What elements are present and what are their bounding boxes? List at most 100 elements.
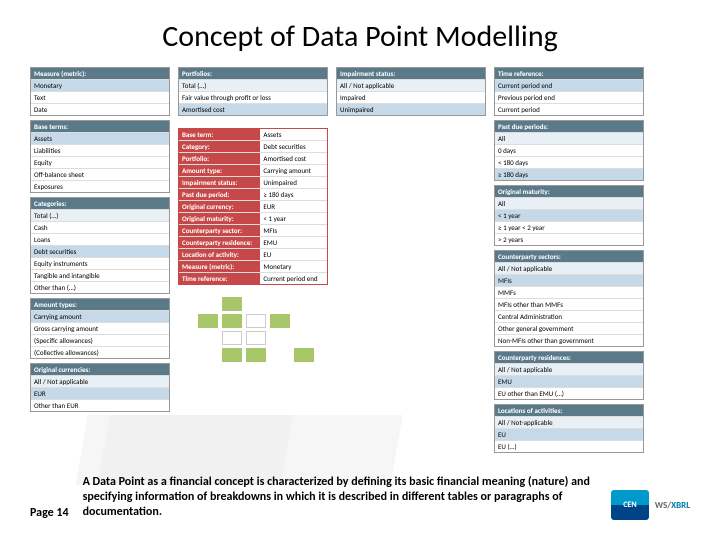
- panel-header: Counterparty residences:: [495, 352, 643, 363]
- panel-row: All / Not applicable: [337, 79, 485, 91]
- datapoint-row: Category:Debt securities: [179, 140, 327, 152]
- diagram-area: Measure (metric): Monetary Text Date Bas…: [30, 67, 690, 453]
- panel-header: Amount types:: [31, 299, 169, 310]
- datapoint-value: EMU: [260, 237, 327, 248]
- datapoint-value: MFIs: [260, 225, 327, 236]
- datapoint-value: Unimpaired: [260, 177, 327, 188]
- panel-measure: Measure (metric): Monetary Text Date: [30, 67, 170, 116]
- panel-row: Fair value through profit or loss: [179, 91, 327, 103]
- panel-header: Counterparty sectors:: [495, 251, 643, 262]
- panel-row: All / Not applicable: [31, 375, 169, 387]
- panel-row: Gross carrying amount: [31, 322, 169, 334]
- datapoint-row: Past due period:≥ 180 days: [179, 188, 327, 200]
- panel-row: Exposures: [31, 180, 169, 192]
- panel-row: All / Not applicable: [495, 262, 643, 274]
- panel-row: All / Not-applicable: [495, 416, 643, 428]
- panel-row: Amortised cost: [179, 103, 327, 115]
- panel-row: Non-MFIs other than government: [495, 334, 643, 346]
- datapoint-label: Measure (metric):: [179, 261, 260, 272]
- panel-header: Categories:: [31, 198, 169, 209]
- panel-row: Unimpaired: [337, 103, 485, 115]
- panel-categories: Categories: Total (…) Cash Loans Debt se…: [30, 197, 170, 294]
- panel-header: Measure (metric):: [31, 68, 169, 79]
- xbrl-logo: WS/XBRL: [655, 500, 690, 511]
- datapoint-label: Impairment status:: [179, 177, 260, 188]
- xbrl-text: XBRL: [671, 500, 690, 511]
- datapoint-row: Time reference:Current period end: [179, 272, 327, 284]
- panel-row: Other general government: [495, 322, 643, 334]
- datapoint-label: Original currency:: [179, 201, 260, 212]
- panel-datapoint: Base term:AssetsCategory:Debt securities…: [178, 128, 328, 285]
- panel-row: Current period: [495, 103, 643, 115]
- datapoint-value: EUR: [260, 201, 327, 212]
- panel-counterparty-sectors: Counterparty sectors: All / Not applicab…: [494, 250, 644, 347]
- panel-original-currencies: Original currencies: All / Not applicabl…: [30, 363, 170, 412]
- panel-header: Original currencies:: [31, 364, 169, 375]
- datapoint-label: Counterparty residence:: [179, 237, 260, 248]
- panel-row: Current period end: [495, 79, 643, 91]
- panel-row: Debt securities: [31, 245, 169, 257]
- panel-past-due: Past due periods: All 0 days < 180 days …: [494, 120, 644, 181]
- panel-row: 0 days: [495, 144, 643, 156]
- panel-row: Total (…): [179, 79, 327, 91]
- panel-header: Locations of activities:: [495, 405, 643, 416]
- cen-logo-icon: [611, 490, 649, 520]
- datapoint-value: Monetary: [260, 261, 327, 272]
- datapoint-row: Location of activity:EU: [179, 248, 327, 260]
- datapoint-label: Portfolio:: [179, 153, 260, 164]
- page-number: Page 14: [30, 506, 69, 520]
- datapoint-row: Original currency:EUR: [179, 200, 327, 212]
- panel-row: Monetary: [31, 79, 169, 91]
- panel-row: Loans: [31, 233, 169, 245]
- panel-row: EMU: [495, 375, 643, 387]
- panel-base-terms: Base terms: Assets Liabilities Equity Of…: [30, 120, 170, 193]
- xbrl-ws: WS/: [655, 500, 671, 511]
- panel-row: Equity instruments: [31, 257, 169, 269]
- datapoint-row: Amount type:Carrying amount: [179, 164, 327, 176]
- panel-header: Impairment status:: [337, 68, 485, 79]
- datapoint-label: Location of activity:: [179, 249, 260, 260]
- panel-row: MFIs other than MMFs: [495, 298, 643, 310]
- datapoint-label: Base term:: [179, 129, 260, 140]
- panel-header: Time reference:: [495, 68, 643, 79]
- datapoint-row: Original maturity:< 1 year: [179, 212, 327, 224]
- panel-row: (Collective allowances): [31, 346, 169, 358]
- panel-row: > 2 years: [495, 233, 643, 245]
- panel-row: Cash: [31, 221, 169, 233]
- panel-header: Portfolios:: [179, 68, 327, 79]
- panel-header: Base terms:: [31, 121, 169, 132]
- datapoint-value: Current period end: [260, 273, 327, 284]
- panel-portfolios: Portfolios: Total (…) Fair value through…: [178, 67, 328, 116]
- panel-row: Other than (…): [31, 281, 169, 293]
- slide-title: Concept of Data Point Modelling: [30, 18, 690, 55]
- blocks-diagram: [178, 297, 328, 362]
- panel-locations-activities: Locations of activities: All / Not-appli…: [494, 404, 644, 453]
- panel-row: Central Administration: [495, 310, 643, 322]
- panel-row: MMFs: [495, 286, 643, 298]
- panel-row: Previous period end: [495, 91, 643, 103]
- panel-row: EU: [495, 428, 643, 440]
- datapoint-label: Original maturity:: [179, 213, 260, 224]
- panel-row: < 1 year: [495, 209, 643, 221]
- panel-row: MFIs: [495, 274, 643, 286]
- panel-counterparty-residences: Counterparty residences: All / Not appli…: [494, 351, 644, 400]
- panel-row: All: [495, 132, 643, 144]
- panel-time-reference: Time reference: Current period end Previ…: [494, 67, 644, 116]
- panel-row: Off-balance sheet: [31, 168, 169, 180]
- panel-row: Impaired: [337, 91, 485, 103]
- datapoint-value: < 1 year: [260, 213, 327, 224]
- datapoint-label: Amount type:: [179, 165, 260, 176]
- datapoint-value: EU: [260, 249, 327, 260]
- panel-row: Total (…): [31, 209, 169, 221]
- panel-row: All / Not applicable: [495, 363, 643, 375]
- panel-row: All: [495, 197, 643, 209]
- panel-row: EUR: [31, 387, 169, 399]
- datapoint-label: Category:: [179, 141, 260, 152]
- datapoint-row: Portfolio:Amortised cost: [179, 152, 327, 164]
- slide-description: A Data Point as a financial concept is c…: [83, 475, 597, 520]
- panel-row: EU other than EMU (…): [495, 387, 643, 399]
- logo-area: WS/XBRL: [611, 490, 690, 520]
- panel-row: Date: [31, 103, 169, 115]
- panel-amount-types: Amount types: Carrying amount Gross carr…: [30, 298, 170, 359]
- panel-row: EU (…): [495, 440, 643, 452]
